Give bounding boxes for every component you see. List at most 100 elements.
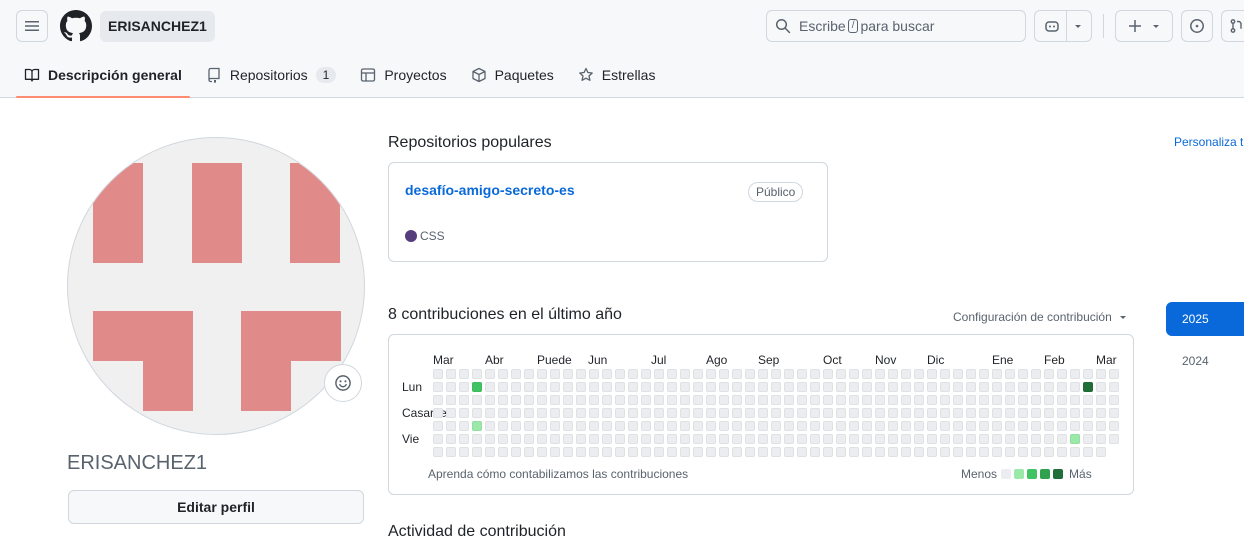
contribution-day[interactable] (849, 434, 859, 444)
contribution-day[interactable] (472, 421, 482, 431)
contribution-day[interactable] (563, 382, 573, 392)
contribution-day[interactable] (719, 408, 729, 418)
contribution-day[interactable] (498, 434, 508, 444)
contribution-day[interactable] (797, 382, 807, 392)
contribution-day[interactable] (966, 421, 976, 431)
contribution-day[interactable] (550, 434, 560, 444)
contribution-day[interactable] (732, 382, 742, 392)
contribution-day[interactable] (485, 369, 495, 379)
contribution-day[interactable] (433, 408, 443, 418)
contribution-day[interactable] (706, 369, 716, 379)
contribution-day[interactable] (511, 408, 521, 418)
contribution-day[interactable] (758, 447, 768, 457)
contribution-day[interactable] (784, 382, 794, 392)
contribution-day[interactable] (1083, 434, 1093, 444)
contribution-day[interactable] (537, 434, 547, 444)
contribution-day[interactable] (563, 395, 573, 405)
contribution-day[interactable] (953, 395, 963, 405)
contribution-day[interactable] (498, 447, 508, 457)
contribution-day[interactable] (576, 382, 586, 392)
contribution-day[interactable] (693, 434, 703, 444)
copilot-button[interactable] (1034, 10, 1092, 42)
contribution-day[interactable] (888, 447, 898, 457)
contribution-day[interactable] (1044, 395, 1054, 405)
contribution-day[interactable] (979, 395, 989, 405)
contribution-day[interactable] (927, 369, 937, 379)
contribution-day[interactable] (797, 421, 807, 431)
contribution-day[interactable] (901, 421, 911, 431)
contribution-day[interactable] (1005, 434, 1015, 444)
contribution-day[interactable] (719, 395, 729, 405)
contribution-day[interactable] (446, 395, 456, 405)
contribution-day[interactable] (511, 434, 521, 444)
contribution-day[interactable] (641, 421, 651, 431)
contribution-day[interactable] (1096, 369, 1106, 379)
contribution-day[interactable] (1018, 395, 1028, 405)
contribution-day[interactable] (1018, 434, 1028, 444)
contribution-day[interactable] (966, 369, 976, 379)
contribution-day[interactable] (1005, 369, 1015, 379)
contribution-day[interactable] (992, 395, 1002, 405)
contribution-day[interactable] (927, 434, 937, 444)
contribution-day[interactable] (1070, 369, 1080, 379)
contribution-day[interactable] (498, 408, 508, 418)
contribution-day[interactable] (771, 395, 781, 405)
contribution-day[interactable] (979, 434, 989, 444)
contribution-day[interactable] (784, 447, 794, 457)
contribution-day[interactable] (511, 447, 521, 457)
contribution-day[interactable] (1044, 382, 1054, 392)
contribution-day[interactable] (563, 447, 573, 457)
contribution-day[interactable] (667, 421, 677, 431)
contribution-day[interactable] (563, 369, 573, 379)
contribution-day[interactable] (862, 434, 872, 444)
contribution-day[interactable] (797, 447, 807, 457)
contribution-settings-button[interactable]: Configuración de contribución (953, 310, 1128, 324)
contribution-day[interactable] (849, 421, 859, 431)
contribution-day[interactable] (1096, 421, 1106, 431)
contribution-day[interactable] (1031, 421, 1041, 431)
contribution-day[interactable] (758, 421, 768, 431)
contribution-day[interactable] (1109, 382, 1119, 392)
github-logo-icon[interactable] (60, 10, 92, 42)
contribution-day[interactable] (745, 408, 755, 418)
contribution-day[interactable] (1083, 382, 1093, 392)
contribution-day[interactable] (589, 382, 599, 392)
tab-repositories[interactable]: Repositorios 1 (198, 56, 345, 94)
contribution-day[interactable] (589, 369, 599, 379)
contribution-day[interactable] (446, 434, 456, 444)
contribution-day[interactable] (446, 447, 456, 457)
contribution-day[interactable] (745, 447, 755, 457)
customize-pins-link[interactable]: Personaliza tu (1174, 135, 1244, 149)
contribution-day[interactable] (602, 421, 612, 431)
contribution-day[interactable] (901, 395, 911, 405)
contribution-day[interactable] (719, 421, 729, 431)
contribution-day[interactable] (472, 434, 482, 444)
contribution-day[interactable] (836, 447, 846, 457)
contribution-day[interactable] (706, 447, 716, 457)
contribution-day[interactable] (524, 395, 534, 405)
contribution-day[interactable] (641, 408, 651, 418)
header-username[interactable]: ERISANCHEZ1 (100, 11, 215, 42)
contribution-day[interactable] (849, 369, 859, 379)
contribution-day[interactable] (550, 395, 560, 405)
contribution-day[interactable] (615, 421, 625, 431)
contribution-day[interactable] (693, 447, 703, 457)
contribution-day[interactable] (680, 447, 690, 457)
learn-contributions-link[interactable]: Aprenda cómo contabilizamos las contribu… (428, 467, 688, 481)
contribution-day[interactable] (849, 395, 859, 405)
contribution-day[interactable] (888, 408, 898, 418)
contribution-day[interactable] (901, 408, 911, 418)
contribution-day[interactable] (1005, 447, 1015, 457)
contribution-day[interactable] (459, 447, 469, 457)
contribution-day[interactable] (602, 447, 612, 457)
contribution-day[interactable] (1031, 369, 1041, 379)
contribution-day[interactable] (1018, 369, 1028, 379)
contribution-day[interactable] (771, 434, 781, 444)
contribution-day[interactable] (771, 382, 781, 392)
contribution-day[interactable] (901, 434, 911, 444)
contribution-day[interactable] (940, 421, 950, 431)
contribution-day[interactable] (953, 408, 963, 418)
contribution-day[interactable] (537, 421, 547, 431)
contribution-day[interactable] (914, 382, 924, 392)
contribution-day[interactable] (628, 369, 638, 379)
